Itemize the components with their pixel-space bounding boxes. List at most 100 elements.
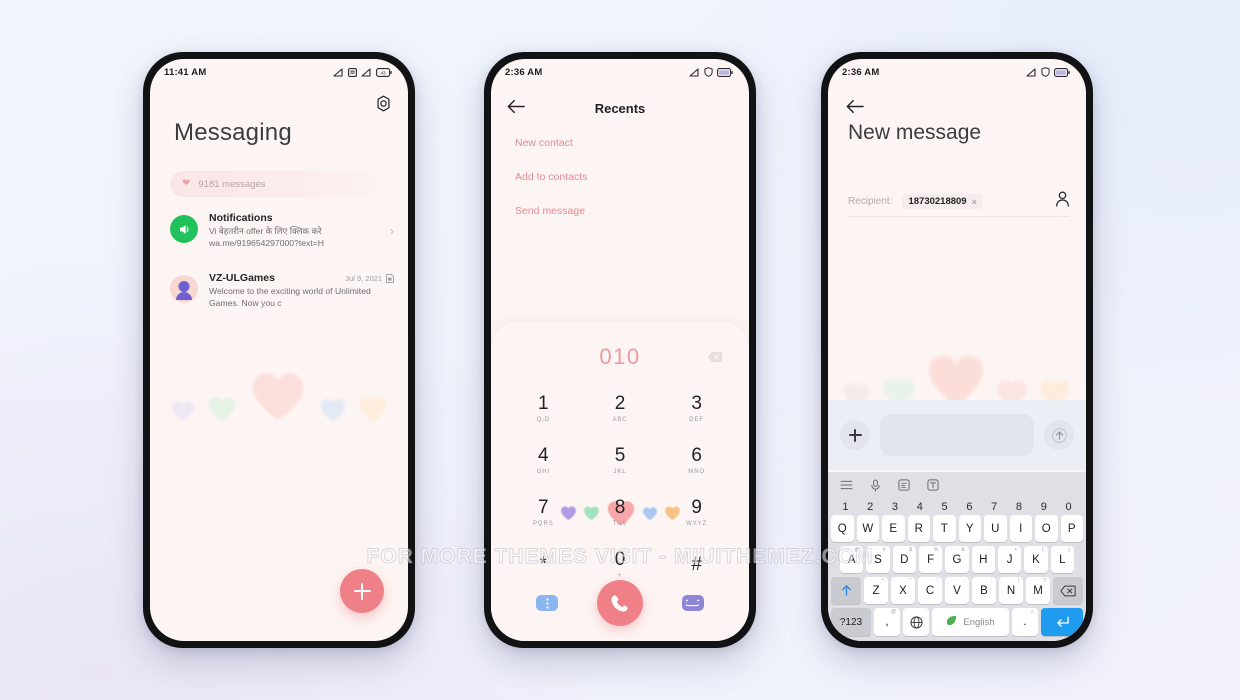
dialpad-letters: ABC <box>612 416 628 423</box>
send-button[interactable] <box>1044 420 1074 450</box>
period-key[interactable]: ♫ . <box>1012 608 1038 636</box>
heart-icon <box>252 373 304 421</box>
clipboard-icon[interactable] <box>898 479 910 491</box>
emoji-comma-key[interactable]: @ , <box>874 608 900 636</box>
dialpad-letters: Q,D <box>536 416 551 423</box>
key-label: C <box>925 584 935 597</box>
keyboard-key-H[interactable]: -H <box>971 546 995 573</box>
keyboard-number-8[interactable]: 8 <box>1007 501 1032 513</box>
gear-icon[interactable] <box>375 95 392 117</box>
keyboard-key-V[interactable]: :V <box>945 577 969 604</box>
symbols-key[interactable]: ?123 <box>831 608 871 636</box>
keyboard: 1234567890 QWERTYU IOP @ A # S $ D% F & G - H + J(K) L… <box>828 472 1086 641</box>
key-label: J <box>1006 553 1013 566</box>
keyboard-number-1[interactable]: 1 <box>833 501 858 513</box>
space-key[interactable]: English <box>932 608 1009 636</box>
dialpad-key-#[interactable]: # <box>658 540 735 588</box>
keyboard-key-Q[interactable]: Q <box>831 515 854 542</box>
voicemail-icon[interactable] <box>681 595 704 611</box>
text-icon[interactable] <box>927 479 939 491</box>
backspace-icon[interactable] <box>707 350 723 368</box>
dialpad-key-*[interactable]: * <box>505 540 582 588</box>
enter-key[interactable] <box>1041 608 1083 636</box>
backspace-key[interactable] <box>1053 577 1083 604</box>
dialpad-letters: WXYZ <box>686 520 708 527</box>
keyboard-key-D[interactable]: $ D <box>892 546 916 573</box>
keyboard-key-Y[interactable]: Y <box>958 515 981 542</box>
keyboard-key-L[interactable]: ) L <box>1050 546 1074 573</box>
key-label: I <box>1019 522 1023 535</box>
arrow-left-icon[interactable] <box>507 99 525 119</box>
key-label: V <box>953 584 961 597</box>
new-conversation-fab[interactable] <box>340 569 384 613</box>
keyboard-key-Z[interactable]: * Z <box>864 577 888 604</box>
keyboard-key-U[interactable]: U <box>984 515 1007 542</box>
recents-menu-item-1[interactable]: New contact <box>515 137 729 149</box>
key-superscript: $ <box>909 547 912 553</box>
add-attachment-button[interactable] <box>840 420 870 450</box>
recipient-token[interactable]: 18730218809 × <box>902 194 983 209</box>
dialpad-key-6[interactable]: 6 MNO <box>658 436 735 484</box>
keyboard-number-7[interactable]: 7 <box>982 501 1007 513</box>
dialpad-key-9[interactable]: 9 WXYZ <box>658 488 735 536</box>
keyboard-key-N[interactable]: ! N <box>999 577 1023 604</box>
keyboard-number-3[interactable]: 3 <box>883 501 908 513</box>
keyboard-key-A[interactable]: @ A <box>840 546 864 573</box>
dialpad-key-0[interactable]: 0 + <box>582 540 659 588</box>
more-vert-icon[interactable] <box>536 595 559 611</box>
chevron-right-icon[interactable]: › <box>390 224 394 238</box>
dialpad-panel: 010 1 Q,D 2 ABC 3 DEF 4 GHI 5 JKL 6 MNO 7 PQRS 8 TUV 9 WX… <box>491 322 749 641</box>
key-superscript: ! <box>1017 578 1019 584</box>
keyboard-key-X[interactable]: " X <box>891 577 915 604</box>
dialpad-key-2[interactable]: 2 ABC <box>582 384 659 432</box>
keyboard-key-K[interactable]: (K <box>1024 546 1048 573</box>
dialpad-key-8[interactable]: 8 TUV <box>582 488 659 536</box>
screen-messaging: 11:41 AM 43 Messaging ❤ 9181 messages No… <box>150 59 408 641</box>
message-count-chip[interactable]: ❤ 9181 messages <box>170 171 388 197</box>
key-label: U <box>991 522 1000 535</box>
list-item[interactable]: Notifications Vi बेहतरीन offer के लिए क्… <box>170 212 394 250</box>
recipient-field[interactable]: Recipient: 18730218809 × <box>848 187 1070 217</box>
key-superscript: # <box>882 547 886 553</box>
dialpad-digit: 6 <box>691 444 702 466</box>
shift-key[interactable] <box>831 577 861 604</box>
keyboard-number-0[interactable]: 0 <box>1056 501 1081 513</box>
keyboard-key-R[interactable]: R <box>907 515 930 542</box>
recents-menu-item-2[interactable]: Add to contacts <box>515 171 729 183</box>
recents-menu-item-3[interactable]: Send message <box>515 205 729 217</box>
conversation-name: VZ-ULGames <box>209 272 275 284</box>
microphone-icon[interactable] <box>870 478 881 492</box>
keyboard-key-J[interactable]: + J <box>997 546 1022 573</box>
keyboard-key-O[interactable]: O <box>1035 515 1058 542</box>
close-icon[interactable]: × <box>972 197 977 207</box>
dialpad-key-7[interactable]: 7 PQRS <box>505 488 582 536</box>
keyboard-key-T[interactable]: T <box>933 515 956 542</box>
keyboard-key-F[interactable]: % F <box>919 546 943 573</box>
arrow-left-icon[interactable] <box>846 99 864 119</box>
keyboard-number-5[interactable]: 5 <box>932 501 957 513</box>
keyboard-key-B[interactable]: ; B <box>972 577 996 604</box>
keyboard-key-G[interactable]: & G <box>945 546 969 573</box>
keyboard-number-6[interactable]: 6 <box>957 501 982 513</box>
keyboard-key-W[interactable]: W <box>856 515 879 542</box>
keyboard-key-I[interactable]: I <box>1009 515 1032 542</box>
dialpad-key-1[interactable]: 1 Q,D <box>505 384 582 432</box>
message-input[interactable] <box>880 414 1034 456</box>
status-bar: 11:41 AM 43 <box>150 59 408 85</box>
keyboard-number-2[interactable]: 2 <box>858 501 883 513</box>
person-icon[interactable] <box>1055 191 1070 212</box>
dialpad-key-4[interactable]: 4 GHI <box>505 436 582 484</box>
keyboard-key-P[interactable]: P <box>1060 515 1083 542</box>
dialpad-key-5[interactable]: 5 JKL <box>582 436 659 484</box>
keyboard-key-C[interactable]: ' C <box>918 577 942 604</box>
menu-icon[interactable] <box>840 480 853 490</box>
keyboard-key-M[interactable]: ? M <box>1026 577 1050 604</box>
keyboard-number-9[interactable]: 9 <box>1031 501 1056 513</box>
keyboard-key-E[interactable]: E <box>882 515 905 542</box>
keyboard-number-4[interactable]: 4 <box>907 501 932 513</box>
list-item[interactable]: VZ-ULGames Jul 9, 2021 Welcome to the ex… <box>170 272 394 310</box>
key-superscript: ) <box>1068 547 1070 553</box>
language-key[interactable] <box>903 608 929 636</box>
keyboard-key-S[interactable]: # S <box>866 546 890 573</box>
dialpad-key-3[interactable]: 3 DEF <box>658 384 735 432</box>
